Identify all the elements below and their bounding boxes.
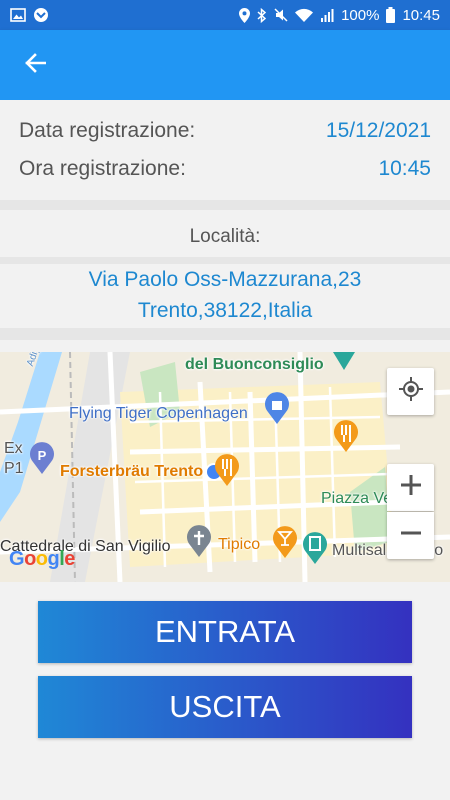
entrata-button[interactable]: ENTRATA <box>38 601 412 663</box>
time-row: Ora registrazione: 10:45 <box>19 154 431 184</box>
divider <box>0 328 450 340</box>
restaurant-marker-icon <box>333 418 359 457</box>
divider <box>0 257 450 264</box>
svg-text:P: P <box>38 448 47 463</box>
map-marker-castle <box>333 352 355 377</box>
map-label-buonconsiglio: del Buonconsiglio <box>185 356 324 373</box>
church-marker-icon <box>186 525 212 562</box>
wifi-icon <box>295 8 314 22</box>
arrow-back-icon <box>24 52 47 79</box>
app-icon <box>33 7 49 23</box>
mute-icon <box>274 8 288 22</box>
location-icon <box>239 7 251 23</box>
location-address: Via Paolo Oss-Mazzurana,23 Trento,38122,… <box>0 264 450 328</box>
back-button[interactable] <box>18 50 52 80</box>
battery-icon <box>386 7 396 23</box>
registration-info: Data registrazione: 15/12/2021 Ora regis… <box>0 100 450 200</box>
date-label: Data registrazione: <box>19 119 196 142</box>
my-location-icon <box>398 376 424 407</box>
minus-icon <box>400 522 422 549</box>
map-label-ex: Ex <box>4 440 23 457</box>
date-value: 15/12/2021 <box>325 119 431 142</box>
map-label-p1: P1 <box>4 460 24 477</box>
my-location-button[interactable] <box>387 368 434 415</box>
shopping-marker-icon <box>264 392 290 429</box>
map-label-tipico: Tipico <box>218 536 261 553</box>
image-icon <box>10 8 26 22</box>
time-label: Ora registrazione: <box>19 157 186 180</box>
plus-icon <box>400 474 422 501</box>
google-logo: Google <box>9 548 75 570</box>
zoom-in-button[interactable] <box>387 464 434 511</box>
cinema-marker-icon <box>302 530 328 569</box>
divider <box>0 200 450 210</box>
signal-icon <box>320 8 334 22</box>
battery-percent: 100% <box>341 6 380 24</box>
app-bar <box>0 30 450 100</box>
parking-marker-icon: P <box>29 442 55 479</box>
restaurant-marker-icon <box>214 452 240 491</box>
status-bar: 100% 10:45 <box>0 0 450 30</box>
zoom-out-button[interactable] <box>387 512 434 559</box>
address-line-1: Via Paolo Oss-Mazzurana,23 <box>88 268 362 291</box>
bluetooth-icon <box>257 7 267 23</box>
date-row: Data registrazione: 15/12/2021 <box>19 116 431 146</box>
status-time: 10:45 <box>402 6 440 24</box>
address-line-2: Trento,38122,Italia <box>137 299 313 322</box>
map-label-flying-tiger: Flying Tiger Copenhagen <box>69 405 248 422</box>
map-label-forsterbrau: Forsterbräu Trento <box>60 463 204 480</box>
map-view[interactable]: Adige del Buonconsiglio Flying Tiger Cop… <box>0 352 450 582</box>
time-value: 10:45 <box>378 157 431 180</box>
bar-marker-icon <box>272 524 298 563</box>
location-title: Località: <box>189 226 261 247</box>
uscita-button[interactable]: USCITA <box>38 676 412 738</box>
